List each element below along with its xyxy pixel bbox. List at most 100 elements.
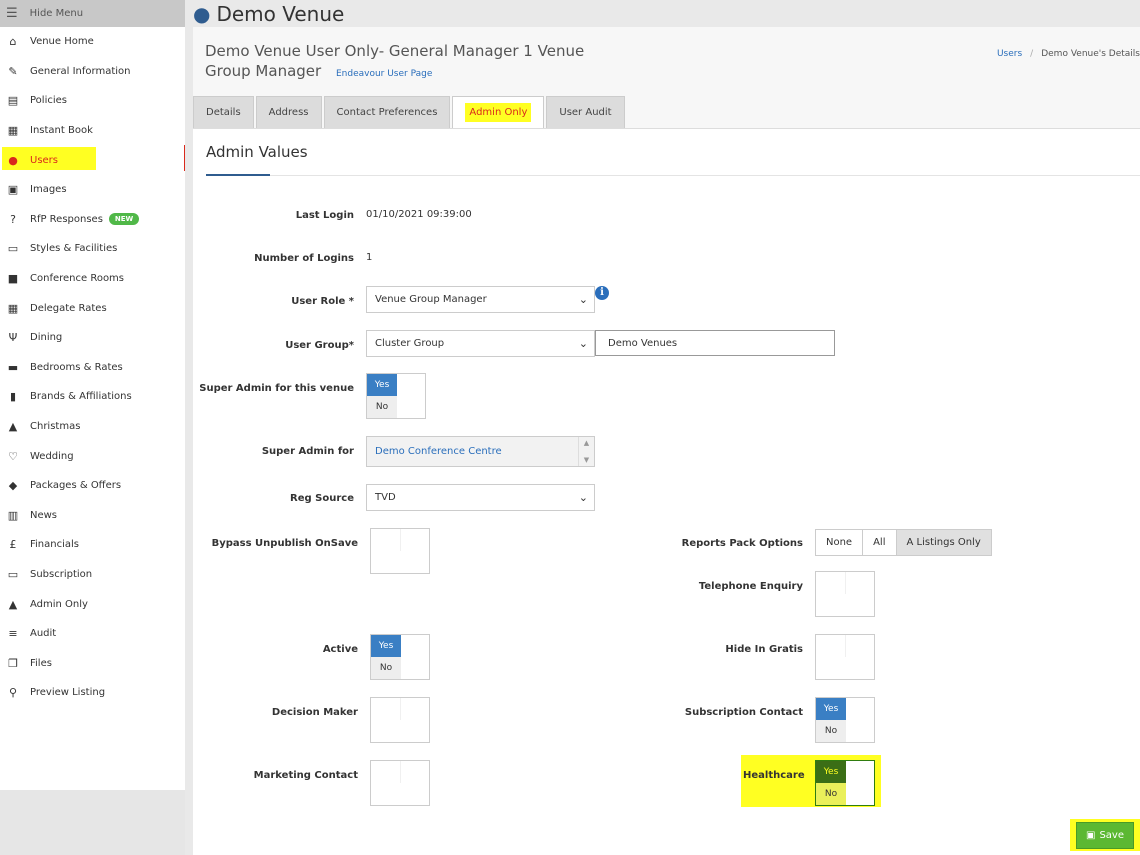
super-admin-for-listbox[interactable]: Demo Conference Centre ▲ ▼ <box>366 436 595 467</box>
scroll-arrows-icon[interactable]: ▲ ▼ <box>578 437 594 466</box>
sidebar-item-wedding[interactable]: ♡ Wedding <box>0 441 185 471</box>
super-admin-venue-toggle[interactable]: Yes No <box>366 373 426 419</box>
save-button[interactable]: ▣ Save <box>1076 822 1134 849</box>
monitor-icon: ▭ <box>7 242 19 256</box>
content-area: Demo Venue User Only- General Manager 1 … <box>193 27 1140 855</box>
user-group-select[interactable]: Cluster Group ⌄ <box>366 330 595 357</box>
endeavour-user-page-link[interactable]: Endeavour User Page <box>336 69 432 79</box>
tab-admin-only[interactable]: Admin Only <box>452 96 545 128</box>
telephone-enquiry-label: Telephone Enquiry <box>698 581 803 592</box>
toggle-no[interactable]: No <box>367 396 397 418</box>
page-title: ● Demo Venue <box>193 1 345 26</box>
tab-address[interactable]: Address <box>255 96 322 128</box>
tree-icon: ▲ <box>8 420 18 434</box>
hide-menu-label: Hide Menu <box>29 8 84 19</box>
sidebar-item-files[interactable]: ❐ Files <box>0 648 185 678</box>
breadcrumb-users[interactable]: Users <box>997 49 1022 59</box>
reports-pack-options: None All A Listings Only <box>815 529 992 556</box>
toggle-yes[interactable]: Yes <box>816 761 846 783</box>
main-content: ● Demo Venue Demo Venue User Only- Gener… <box>185 0 1140 855</box>
tab-details[interactable]: Details <box>193 96 254 128</box>
sidebar-item-general-information[interactable]: ✎ General Information <box>0 57 185 87</box>
info-icon[interactable]: i <box>595 286 609 300</box>
sidebar-item-conference-rooms[interactable]: ■ Conference Rooms <box>0 264 185 294</box>
sidebar-item-delegate-rates[interactable]: ▦ Delegate Rates <box>0 293 185 323</box>
newspaper-icon: ▥ <box>7 508 19 522</box>
subscription-contact-toggle[interactable]: Yes No <box>815 697 875 743</box>
tab-contact-preferences[interactable]: Contact Preferences <box>323 96 451 128</box>
sidebar-item-admin-only[interactable]: ▲ Admin Only <box>0 589 185 619</box>
healthcare-toggle[interactable]: Yes No <box>815 760 875 806</box>
question-icon: ? <box>10 212 16 226</box>
chevron-down-icon: ⌄ <box>578 293 588 306</box>
pound-icon: £ <box>9 538 17 552</box>
reports-option-all[interactable]: All <box>863 530 897 555</box>
number-of-logins-value: 1 <box>366 252 373 263</box>
sidebar-item-dining[interactable]: Ψ Dining <box>0 323 185 353</box>
decision-maker-label: Decision Maker <box>271 707 358 718</box>
sidebar-item-packages-offers[interactable]: ◆ Packages & Offers <box>0 471 185 501</box>
reports-option-none[interactable]: None <box>816 530 864 555</box>
panel-divider-accent <box>206 174 270 176</box>
sidebar-item-images[interactable]: ▣ Images <box>0 175 185 205</box>
sidebar-item-audit[interactable]: ≡ Audit <box>0 619 185 649</box>
image-icon: ▣ <box>7 183 19 197</box>
book-icon: ▮ <box>9 390 17 404</box>
super-admin-for-label: Super Admin for <box>261 446 354 457</box>
last-login-value: 01/10/2021 09:39:00 <box>366 209 472 220</box>
chevron-down-icon: ⌄ <box>578 491 588 504</box>
user-group-name-input[interactable]: Demo Venues <box>595 330 835 356</box>
toggle-no[interactable]: No <box>816 720 846 742</box>
user-icon: ● <box>8 153 18 167</box>
chevron-down-icon: ⌄ <box>578 337 588 350</box>
sidebar-item-christmas[interactable]: ▲ Christmas <box>0 412 185 442</box>
list-icon: ≡ <box>8 627 18 641</box>
toggle-yes[interactable]: Yes <box>367 374 397 396</box>
bed-icon: ▬ <box>7 360 19 374</box>
healthcare-label: Healthcare <box>743 770 805 781</box>
sidebar-item-venue-home[interactable]: ⌂ Venue Home <box>0 27 185 57</box>
sidebar-item-rfp-responses[interactable]: ? RfP Responses NEW <box>0 205 185 235</box>
files-icon: ❐ <box>8 656 18 670</box>
hide-in-gratis-label: Hide In Gratis <box>725 644 803 655</box>
last-login-label: Last Login <box>295 210 354 221</box>
bypass-unpublish-toggle[interactable] <box>370 528 430 574</box>
user-role-label: User Role * <box>291 296 354 307</box>
reports-pack-label: Reports Pack Options <box>681 538 803 549</box>
sidebar-item-instant-book[interactable]: ▦ Instant Book <box>0 116 185 146</box>
hide-menu-button[interactable]: ☰ Hide Menu <box>0 0 185 27</box>
sidebar-item-bedrooms-rates[interactable]: ▬ Bedrooms & Rates <box>0 353 185 383</box>
sidebar-item-policies[interactable]: ▤ Policies <box>0 86 185 116</box>
number-of-logins-label: Number of Logins <box>254 253 354 264</box>
sidebar-menu: ☰ Hide Menu ⌂ Venue Home ✎ General Informa… <box>0 0 185 790</box>
sidebar-item-financials[interactable]: £ Financials <box>0 530 185 560</box>
bypass-unpublish-label: Bypass Unpublish OnSave <box>211 538 358 549</box>
cutlery-icon: Ψ <box>8 331 18 345</box>
sidebar-item-preview-listing[interactable]: ⚲ Preview Listing <box>0 678 185 708</box>
tab-user-audit[interactable]: User Audit <box>546 96 625 128</box>
toggle-yes[interactable]: Yes <box>371 635 401 657</box>
hide-in-gratis-toggle[interactable] <box>815 634 875 680</box>
panel-divider <box>206 175 1140 176</box>
reg-source-select[interactable]: TVD ⌄ <box>366 484 595 511</box>
toggle-yes[interactable]: Yes <box>816 698 846 720</box>
user-role-select[interactable]: Venue Group Manager ⌄ <box>366 286 595 313</box>
active-toggle[interactable]: Yes No <box>370 634 430 680</box>
panel-title: Admin Values <box>206 143 308 161</box>
toggle-no[interactable]: No <box>371 657 401 679</box>
reg-source-label: Reg Source <box>290 493 354 504</box>
home-icon: ⌂ <box>9 35 17 49</box>
sidebar-item-users[interactable]: ● Users <box>0 145 185 175</box>
admin-values-panel: Admin Values Last Login 01/10/2021 09:39… <box>193 128 1140 855</box>
decision-maker-toggle[interactable] <box>370 697 430 743</box>
warning-icon: ▲ <box>8 597 18 611</box>
telephone-enquiry-toggle[interactable] <box>815 571 875 617</box>
user-subtitle: Demo Venue User Only- General Manager 1 … <box>205 42 585 80</box>
toggle-no[interactable]: No <box>816 783 846 805</box>
marketing-contact-toggle[interactable] <box>370 760 430 806</box>
reports-option-a-listings-only[interactable]: A Listings Only <box>896 530 991 555</box>
sidebar-item-brands-affiliations[interactable]: ▮ Brands & Affiliations <box>0 382 185 412</box>
sidebar-item-styles-facilities[interactable]: ▭ Styles & Facilities <box>0 234 185 264</box>
sidebar-item-news[interactable]: ▥ News <box>0 501 185 531</box>
sidebar-item-subscription[interactable]: ▭ Subscription <box>0 560 185 590</box>
